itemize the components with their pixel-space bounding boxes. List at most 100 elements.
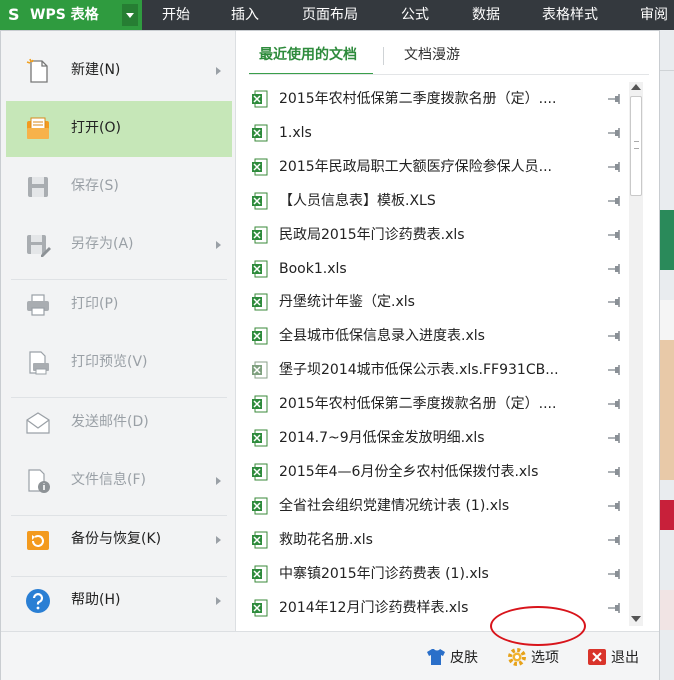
options-button-label: 选项 [531, 650, 559, 666]
recent-file-name: 2015年4—6月份全乡农村低保拨付表.xls [279, 464, 539, 480]
menu-item-send-mail-label: 发送邮件(D) [71, 414, 149, 430]
recent-file-row[interactable]: 【人员信息表】模板.XLS [249, 184, 627, 218]
pin-icon[interactable] [607, 194, 623, 208]
file-menu-nav: 新建(N) 打开(O) 保存(S) 另存为(A) 打印(P) 打印预览(V) 发… [1, 31, 236, 631]
recent-file-row[interactable]: 1.xls [249, 116, 627, 150]
recent-file-name: 2015年民政局职工大额医疗保险参保人员... [279, 159, 552, 175]
menu-item-file-info[interactable]: 文件信息(F) [6, 453, 232, 509]
recent-file-name: 1.xls [279, 125, 312, 141]
recent-file-name: 2014.7~9月低保金发放明细.xls [279, 430, 485, 446]
recent-file-row[interactable]: 全省社会组织党建情况统计表 (1).xls [249, 489, 627, 523]
scroll-up-arrow-icon[interactable] [631, 84, 641, 90]
menu-item-new[interactable]: 新建(N) [6, 43, 232, 99]
recent-file-row[interactable]: 民政局2015年门诊药费表.xls [249, 218, 627, 252]
tabs-baseline [249, 74, 649, 75]
menu-item-print-preview[interactable]: 打印预览(V) [6, 335, 232, 391]
tab-document-roaming[interactable]: 文档漫游 [404, 45, 460, 65]
excel-file-icon [252, 293, 268, 311]
recent-file-name: 丹堡统计年鉴（定.xls [279, 294, 415, 310]
recent-file-name: 【人员信息表】模板.XLS [279, 193, 436, 209]
recent-file-row[interactable]: 2015年农村低保第二季度拨款名册（定）.... [249, 82, 627, 116]
menu-item-save-label: 保存(S) [71, 178, 119, 194]
recent-file-name: 全县城市低保信息录入进度表.xls [279, 328, 485, 344]
recent-file-row[interactable]: Book1.xls [249, 252, 627, 286]
options-button[interactable]: 选项 [507, 646, 567, 670]
pin-icon[interactable] [607, 363, 623, 377]
file-menu-panel: 新建(N) 打开(O) 保存(S) 另存为(A) 打印(P) 打印预览(V) 发… [0, 30, 660, 680]
excel-file-icon [252, 327, 268, 345]
menu-item-print[interactable]: 打印(P) [6, 277, 232, 333]
excel-file-icon [252, 90, 268, 108]
excel-file-icon [252, 124, 268, 142]
recent-file-row[interactable]: 丹堡统计年鉴（定.xls [249, 285, 627, 319]
tab-divider [383, 47, 384, 65]
ribbon-tab-formulas[interactable]: 公式 [401, 5, 429, 25]
recent-file-row[interactable]: 2015年农村低保第二季度拨款名册（定）.... [249, 387, 627, 421]
scroll-thumb[interactable] [630, 96, 642, 196]
document-tabs: 最近使用的文档 文档漫游 [249, 41, 649, 75]
menu-item-print-preview-label: 打印预览(V) [71, 354, 148, 370]
excel-file-icon [252, 192, 268, 210]
file-list-scrollbar[interactable] [629, 82, 643, 626]
menu-item-open[interactable]: 打开(O) [6, 101, 232, 157]
app-title: WPS 表格 [30, 7, 99, 23]
pin-icon[interactable] [607, 160, 623, 174]
menu-item-print-label: 打印(P) [71, 296, 119, 312]
pin-icon[interactable] [607, 295, 623, 309]
skin-button[interactable]: 皮肤 [426, 646, 486, 670]
pin-icon[interactable] [607, 262, 623, 276]
print-preview-icon [29, 351, 49, 375]
menu-item-save-as-label: 另存为(A) [71, 236, 134, 252]
pin-icon[interactable] [607, 329, 623, 343]
exit-button[interactable]: 退出 [587, 646, 647, 670]
pin-icon[interactable] [607, 601, 623, 615]
close-icon [588, 649, 606, 665]
pin-icon[interactable] [607, 567, 623, 581]
excel-file-icon [252, 429, 268, 447]
ribbon-tab-page-layout[interactable]: 页面布局 [302, 5, 358, 25]
recent-file-row[interactable]: 2015年4—6月份全乡农村低保拨付表.xls [249, 455, 627, 489]
pin-icon[interactable] [607, 92, 623, 106]
shirt-icon [427, 649, 445, 665]
app-menu-dropdown-icon[interactable] [122, 4, 138, 26]
menu-item-save[interactable]: 保存(S) [6, 159, 232, 215]
recent-file-row[interactable]: 中寨镇2015年门诊药费表 (1).xls [249, 557, 627, 591]
menu-item-save-as[interactable]: 另存为(A) [6, 217, 232, 273]
recent-file-name: 2015年农村低保第二季度拨款名册（定）.... [279, 91, 557, 107]
menu-item-send-mail[interactable]: 发送邮件(D) [6, 395, 232, 451]
ribbon-tab-insert[interactable]: 插入 [231, 5, 259, 25]
ribbon-tab-review[interactable]: 审阅 [640, 5, 668, 25]
menu-item-backup-restore[interactable]: 备份与恢复(K) [6, 512, 232, 568]
exit-button-label: 退出 [611, 650, 639, 666]
pin-icon[interactable] [607, 228, 623, 242]
recent-file-row[interactable]: 全县城市低保信息录入进度表.xls [249, 319, 627, 353]
skin-button-label: 皮肤 [450, 650, 478, 666]
pin-icon[interactable] [607, 533, 623, 547]
menu-item-help[interactable]: 帮助(H) [6, 573, 232, 629]
save-as-icon [27, 235, 51, 257]
pin-icon[interactable] [607, 431, 623, 445]
pin-icon[interactable] [607, 397, 623, 411]
excel-file-icon [252, 158, 268, 176]
recent-file-row[interactable]: 救助花名册.xls [249, 523, 627, 557]
pin-icon[interactable] [607, 465, 623, 479]
tab-recent-documents[interactable]: 最近使用的文档 [259, 45, 357, 65]
scroll-down-arrow-icon[interactable] [631, 616, 641, 622]
ribbon-tab-table-style[interactable]: 表格样式 [542, 5, 598, 25]
print-icon [27, 294, 49, 316]
excel-file-icon [252, 463, 268, 481]
ribbon-bar: S WPS 表格 开始 插入 页面布局 公式 数据 表格样式 审阅 [0, 0, 674, 30]
app-menu-button[interactable]: S WPS 表格 [0, 0, 142, 30]
recent-file-list: 2015年农村低保第二季度拨款名册（定）.... 1.xls 2015年民政局职工大… [249, 82, 627, 626]
recent-file-row[interactable]: 2015年民政局职工大额医疗保险参保人员... [249, 150, 627, 184]
ribbon-tab-home[interactable]: 开始 [162, 5, 190, 25]
recent-file-row[interactable]: 堡子坝2014城市低保公示表.xls.FF931CB... [249, 353, 627, 387]
ribbon-tab-data[interactable]: 数据 [472, 5, 500, 25]
file-info-icon [28, 469, 50, 493]
excel-file-icon [252, 599, 268, 617]
new-file-icon [26, 58, 48, 83]
recent-file-row[interactable]: 2014.7~9月低保金发放明细.xls [249, 421, 627, 455]
pin-icon[interactable] [607, 499, 623, 513]
recent-file-name: 2014年12月门诊药费样表.xls [279, 600, 469, 616]
pin-icon[interactable] [607, 126, 623, 140]
